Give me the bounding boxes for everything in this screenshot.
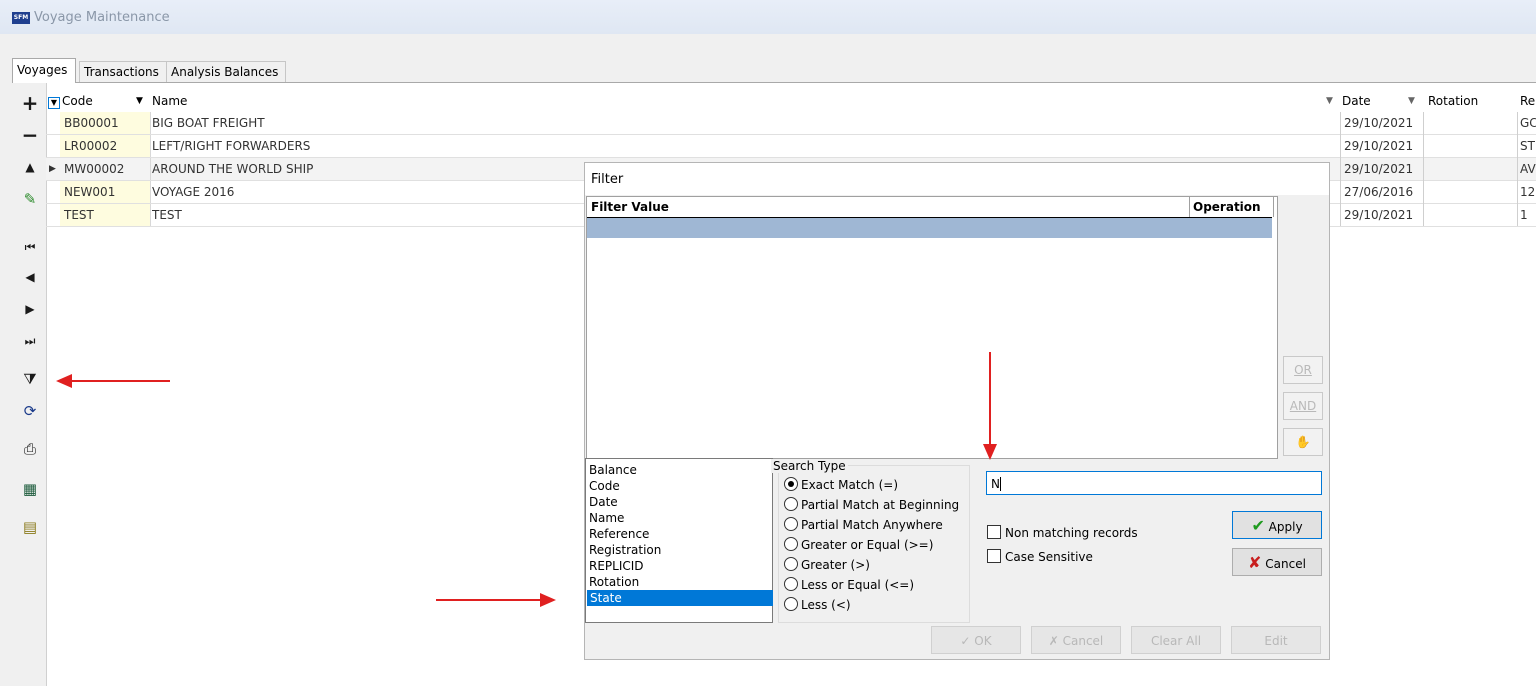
last-record-icon[interactable]: ⏭ xyxy=(20,331,40,351)
cell-name: BIG BOAT FREIGHT xyxy=(152,116,265,130)
cell-reference: ST xyxy=(1520,139,1535,153)
cell-code: TEST xyxy=(60,204,151,226)
radio-exact-match[interactable]: Exact Match (=) xyxy=(784,476,898,494)
report-icon[interactable]: ▤ xyxy=(20,517,40,537)
radio-less[interactable]: Less (<) xyxy=(784,596,851,614)
and-button[interactable]: AND xyxy=(1283,392,1323,420)
clear-all-button[interactable]: Clear All xyxy=(1131,626,1221,654)
field-item[interactable]: Name xyxy=(589,510,624,526)
cell-name: LEFT/RIGHT FORWARDERS xyxy=(152,139,311,153)
field-item[interactable]: Rotation xyxy=(589,574,639,590)
field-item[interactable]: Balance xyxy=(589,462,637,478)
column-divider xyxy=(1423,112,1424,226)
filter-value-table[interactable]: Filter Value Operation xyxy=(586,196,1278,459)
cancel-button[interactable]: ✘ Cancel xyxy=(1232,548,1322,576)
table-row[interactable]: BB00001 BIG BOAT FREIGHT 29/10/2021 GC xyxy=(46,112,1536,135)
cell-date: 27/06/2016 xyxy=(1344,185,1414,199)
tab-transactions[interactable]: Transactions xyxy=(79,61,167,82)
ok-button[interactable]: ✓ OK xyxy=(931,626,1021,654)
cell-reference: 1 xyxy=(1520,208,1528,222)
field-item-selected[interactable]: State xyxy=(587,590,773,606)
app-logo-icon: SFM xyxy=(12,12,30,24)
header-name[interactable]: Name ▼ xyxy=(152,90,1333,112)
grid-menu-icon[interactable]: ▼ xyxy=(48,90,60,112)
radio-partial-anywhere[interactable]: Partial Match Anywhere xyxy=(784,516,943,534)
column-divider xyxy=(1340,112,1341,226)
apply-button[interactable]: ✔ Apply xyxy=(1232,511,1322,539)
cell-date: 29/10/2021 xyxy=(1344,208,1414,222)
tab-analysis-balances[interactable]: Analysis Balances xyxy=(166,61,286,82)
add-record-icon[interactable]: + xyxy=(20,93,40,113)
non-matching-checkbox[interactable]: Non matching records xyxy=(987,525,1138,541)
cell-rotation xyxy=(1430,181,1510,203)
cell-reference: 12 xyxy=(1520,185,1536,199)
or-button[interactable]: OR xyxy=(1283,356,1323,384)
filter-table-row[interactable] xyxy=(587,218,1272,238)
edit-record-icon[interactable]: ✎ xyxy=(20,189,40,209)
table-row[interactable]: LR00002 LEFT/RIGHT FORWARDERS 29/10/2021… xyxy=(46,135,1536,158)
radio-greater[interactable]: Greater (>) xyxy=(784,556,870,574)
cell-code: MW00002 xyxy=(60,158,151,180)
cell-rotation xyxy=(1430,204,1510,226)
cell-rotation xyxy=(1430,158,1510,180)
prior-record-icon[interactable]: ◀ xyxy=(20,267,40,287)
cell-reference: GC xyxy=(1520,116,1536,130)
edit-button[interactable]: Edit xyxy=(1231,626,1321,654)
header-date[interactable]: Date ▼ xyxy=(1342,90,1422,112)
bottom-cancel-button[interactable]: ✗ Cancel xyxy=(1031,626,1121,654)
cell-code: LR00002 xyxy=(60,135,151,157)
header-operation: Operation xyxy=(1189,197,1274,217)
header-filter-value: Filter Value xyxy=(591,200,669,214)
cell-rotation xyxy=(1430,135,1510,157)
cell-code: BB00001 xyxy=(60,112,151,134)
cell-rotation xyxy=(1430,112,1510,134)
cell-date: 29/10/2021 xyxy=(1344,162,1414,176)
field-item[interactable]: Reference xyxy=(589,526,649,542)
field-item[interactable]: Code xyxy=(589,478,620,494)
header-reference[interactable]: Re xyxy=(1520,90,1536,112)
export-icon[interactable]: ▦ xyxy=(20,479,40,499)
title-bar: SFM Voyage Maintenance xyxy=(0,0,1536,34)
current-row-indicator-icon: ▶ xyxy=(49,164,56,174)
print-icon[interactable]: ⎙ xyxy=(20,439,40,459)
field-item[interactable]: Date xyxy=(589,494,618,510)
field-item[interactable]: REPLICID xyxy=(589,558,644,574)
filter-dialog: Filter Filter Value Operation OR AND ✋ B… xyxy=(584,162,1330,660)
field-list[interactable]: Balance Code Date Name Reference Registr… xyxy=(585,458,773,623)
radio-greater-equal[interactable]: Greater or Equal (>=) xyxy=(784,536,933,554)
filter-title: Filter xyxy=(591,172,624,187)
filter-title-bar: Filter xyxy=(585,163,1329,195)
cell-date: 29/10/2021 xyxy=(1344,116,1414,130)
search-type-label: Search Type xyxy=(771,459,848,473)
move-up-icon[interactable]: ▲ xyxy=(20,157,40,177)
cell-code: NEW001 xyxy=(60,181,151,203)
column-divider xyxy=(1517,112,1518,226)
filter-value-input[interactable]: N xyxy=(986,471,1322,495)
tab-voyages[interactable]: Voyages xyxy=(12,58,76,83)
remove-condition-icon[interactable]: ✋ xyxy=(1283,428,1323,456)
filter-table-header: Filter Value Operation xyxy=(587,197,1274,218)
next-record-icon[interactable]: ▶ xyxy=(20,299,40,319)
case-sensitive-checkbox[interactable]: Case Sensitive xyxy=(987,549,1093,565)
field-item[interactable]: Registration xyxy=(589,542,661,558)
filter-icon[interactable]: ⧩ xyxy=(20,369,40,389)
radio-less-equal[interactable]: Less or Equal (<=) xyxy=(784,576,914,594)
refresh-icon[interactable]: ⟳ xyxy=(20,401,40,421)
search-type-group: Search Type Exact Match (=) Partial Matc… xyxy=(771,459,970,623)
delete-record-icon[interactable]: − xyxy=(20,125,40,145)
window-title: Voyage Maintenance xyxy=(34,10,170,25)
cell-reference: AV xyxy=(1520,162,1536,176)
header-rotation[interactable]: Rotation xyxy=(1428,90,1508,112)
radio-partial-beginning[interactable]: Partial Match at Beginning xyxy=(784,496,959,514)
navigator-toolbar: + − ▲ ✎ ⏮ ◀ ▶ ⏭ ⧩ ⟳ ⎙ ▦ ▤ xyxy=(12,83,47,686)
header-code[interactable]: Code ▼ xyxy=(62,90,148,112)
cell-date: 29/10/2021 xyxy=(1344,139,1414,153)
first-record-icon[interactable]: ⏮ xyxy=(20,237,40,257)
